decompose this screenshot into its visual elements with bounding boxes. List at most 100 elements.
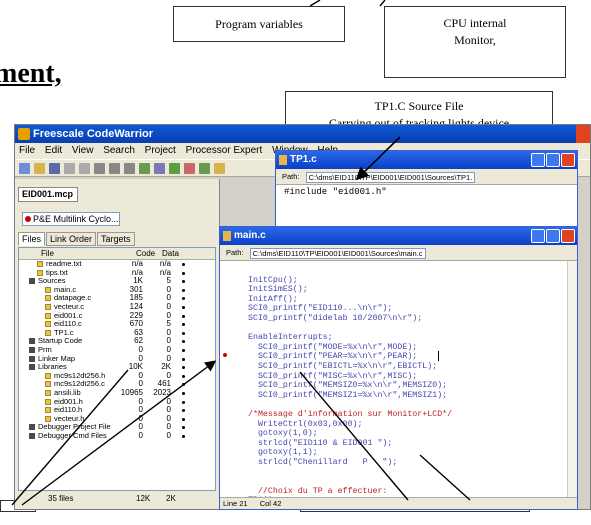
run-icon[interactable]: [199, 162, 210, 174]
file-icon: [45, 321, 51, 328]
total-data: 2K: [166, 494, 176, 503]
file-row[interactable]: datapage.c 185 0: [19, 294, 215, 303]
target-select[interactable]: P&E Multilink Cyclo...: [22, 211, 120, 226]
save-icon[interactable]: [49, 162, 60, 174]
file-icon: [45, 312, 51, 319]
tp1-code[interactable]: #include "eid001.h": [276, 185, 577, 198]
tab-files[interactable]: Files: [18, 232, 46, 246]
main-code[interactable]: InitCpu(); InitSimES(); InitAff(); SCI0_pri…: [220, 261, 577, 525]
file-icon: [45, 389, 51, 396]
maximize-button[interactable]: [546, 229, 560, 243]
new-file-icon[interactable]: [19, 162, 30, 174]
maximize-button[interactable]: [546, 153, 560, 167]
main-editor-window: main.c Path: C:\dms\EID110\TP\EID001\EID…: [219, 226, 578, 510]
touch-indicator-icon: [182, 357, 185, 361]
touch-indicator-icon: [182, 280, 185, 284]
touch-indicator-icon: [182, 400, 185, 404]
debug-icon[interactable]: [184, 162, 195, 174]
touch-indicator-icon: [182, 434, 185, 438]
path-label: Path:: [282, 172, 300, 181]
touch-indicator-icon: [182, 374, 185, 378]
touch-indicator-icon: [182, 426, 185, 430]
file-list-status: 35 files 12K 2K: [18, 493, 216, 505]
source-file-icon: [223, 231, 231, 241]
target-selector-row: P&E Multilink Cyclo...: [18, 209, 218, 227]
file-row[interactable]: Debugger Cmd Files 0 0: [19, 430, 215, 441]
menu-project[interactable]: Project: [145, 145, 176, 156]
file-icon: [45, 398, 51, 405]
touch-indicator-icon: [182, 409, 185, 413]
make-icon[interactable]: [169, 162, 180, 174]
menu-view[interactable]: View: [72, 145, 94, 156]
column-data[interactable]: Data: [162, 249, 179, 258]
file-code-size: 0: [138, 430, 143, 440]
file-icon: [45, 381, 51, 388]
column-code[interactable]: Code: [136, 249, 155, 258]
tp1-title-bar: TP1.c: [276, 151, 577, 169]
folder-icon: [29, 278, 35, 285]
file-rows: readme.txt n/a n/a tips.txt n/a n/a Sources 1K 5…: [19, 259, 215, 441]
open-folder-icon[interactable]: [34, 162, 45, 174]
menu-processor-expert[interactable]: Processor Expert: [186, 145, 263, 156]
file-row[interactable]: mc9s12dt256.h 0 0: [19, 371, 215, 381]
close-button[interactable]: [561, 153, 575, 167]
touch-indicator-icon: [182, 314, 185, 318]
section-heading-text: ment,: [0, 58, 62, 89]
menu-file[interactable]: File: [19, 145, 35, 156]
file-row[interactable]: eid110.h 0 0: [19, 405, 215, 415]
code-line: #include "eid001.h": [284, 187, 387, 197]
cpu-callout-line1: CPU internal: [443, 16, 507, 30]
compile-icon[interactable]: [154, 162, 165, 174]
touch-indicator-icon: [182, 383, 185, 387]
touch-indicator-icon: [182, 348, 185, 352]
file-icon: [37, 261, 43, 267]
app-title: Freescale CodeWarrior: [33, 128, 154, 140]
file-icon: [45, 286, 51, 293]
menu-search[interactable]: Search: [103, 145, 135, 156]
cpu-monitor-callout: CPU internal Monitor,: [384, 6, 566, 78]
close-button[interactable]: [561, 229, 575, 243]
file-row[interactable]: vecteur.c 124 0: [19, 302, 215, 312]
file-row[interactable]: ansili.lib 10965 2023: [19, 388, 215, 398]
file-row[interactable]: eid110.c 670 5: [19, 320, 215, 329]
project-icon[interactable]: [214, 162, 225, 174]
line-number: Line 21: [223, 499, 248, 508]
tp1-editor-toolbar: Path: C:\dms\EID110\TP\EID001\EID001\Sou…: [276, 169, 577, 185]
file-row[interactable]: eid001.h 0 0: [19, 397, 215, 407]
file-row[interactable]: eid001.c 229 0: [19, 311, 215, 321]
file-row[interactable]: Libraries 10K 2K: [19, 363, 215, 372]
copy-icon[interactable]: [109, 162, 120, 174]
program-variables-callout: Program variables: [173, 6, 345, 42]
file-count: 35 files: [48, 494, 74, 503]
tab-targets[interactable]: Targets: [97, 232, 135, 246]
breakpoint-marker[interactable]: [223, 353, 227, 357]
text-cursor: [438, 351, 439, 361]
tp1-title: TP1.c: [290, 154, 317, 165]
tab-link-order[interactable]: Link Order: [46, 232, 97, 246]
main-path-field: C:\dms\EID110\TP\EID001\EID001\Sources\m…: [249, 247, 426, 259]
minimize-button[interactable]: [531, 229, 545, 243]
column-number: Col 42: [259, 499, 282, 508]
cut-icon[interactable]: [94, 162, 105, 174]
app-close-button[interactable]: [576, 125, 590, 143]
paste-icon[interactable]: [124, 162, 135, 174]
undo-icon[interactable]: [64, 162, 75, 174]
menu-edit[interactable]: Edit: [45, 145, 62, 156]
touch-indicator-icon: [182, 391, 185, 395]
file-row[interactable]: mc9s12dt256.c 0 461: [19, 380, 215, 389]
file-row[interactable]: Sources 1K 5: [19, 277, 215, 286]
touch-indicator-icon: [182, 331, 185, 335]
column-file[interactable]: File: [41, 249, 54, 258]
redo-icon[interactable]: [79, 162, 90, 174]
find-icon[interactable]: [139, 162, 150, 174]
folder-icon: [29, 355, 35, 362]
touch-indicator-icon: [182, 288, 185, 292]
project-tab[interactable]: EID001.mcp: [18, 187, 78, 202]
folder-icon: [29, 364, 35, 371]
file-icon: [45, 372, 51, 379]
folder-icon: [29, 338, 35, 345]
minimize-button[interactable]: [531, 153, 545, 167]
file-row[interactable]: main.c 301 0: [19, 285, 215, 295]
vertical-scrollbar[interactable]: [567, 261, 577, 497]
editor-status-bar: Line 21 Col 42: [220, 497, 577, 509]
